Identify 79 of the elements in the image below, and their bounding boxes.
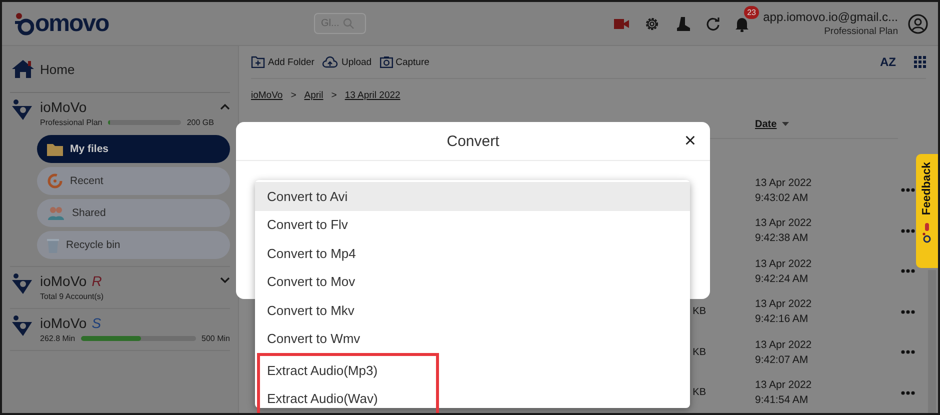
home-icon xyxy=(12,60,34,78)
chevron-up-icon[interactable] xyxy=(220,103,230,110)
scrollbar[interactable] xyxy=(928,270,936,413)
dropdown-option[interactable]: Extract Audio(Wav) xyxy=(260,384,436,413)
nav-item[interactable]: Shared xyxy=(37,199,230,227)
account-email: app.iomovo.io@gmail.c... xyxy=(763,10,898,24)
home-link[interactable]: Home xyxy=(10,46,230,93)
camera-icon xyxy=(380,56,393,68)
refresh-icon[interactable] xyxy=(706,16,720,30)
grid-view-icon[interactable] xyxy=(914,56,926,68)
dropdown-option[interactable]: Extract Audio(Mp3) xyxy=(260,356,436,384)
people-icon xyxy=(47,206,65,220)
column-header[interactable]: Date xyxy=(755,119,777,130)
table-cell: KB xyxy=(692,346,706,358)
dropdown-option[interactable]: Convert to Wmv xyxy=(255,324,690,353)
more-options-icon[interactable] xyxy=(901,228,915,233)
clock-icon xyxy=(47,173,63,189)
breadcrumb-link[interactable]: 13 April 2022 xyxy=(344,90,400,102)
toolbar-button[interactable]: Upload xyxy=(322,56,372,68)
cloud-upload-icon xyxy=(322,56,338,68)
notification-badge: 23 xyxy=(744,6,759,18)
more-options-icon[interactable] xyxy=(901,350,915,354)
date-cell-text: 13 Apr 2022 9:43:02 AM xyxy=(755,176,813,204)
close-button[interactable]: × xyxy=(684,131,696,151)
workspace-logo-icon xyxy=(10,273,34,295)
account-count: Total 9 Account(s) xyxy=(40,292,104,301)
minutes-capacity: 500 Min xyxy=(202,334,230,343)
folder-icon xyxy=(47,142,63,156)
sort-button[interactable]: AZ xyxy=(880,55,896,70)
workspace-suffix: S xyxy=(92,315,102,331)
table-cell: KB xyxy=(692,387,706,398)
dropdown-option[interactable]: Convert to Flv xyxy=(255,210,690,239)
workspace-name[interactable]: ioMoVo xyxy=(40,315,87,331)
video-camera-icon[interactable] xyxy=(614,18,630,28)
user-avatar-icon[interactable] xyxy=(908,14,928,34)
add-folder-icon xyxy=(251,56,265,68)
dropdown-option[interactable]: Convert to Mov xyxy=(255,268,690,296)
dropdown-option[interactable]: Convert to Mp4 xyxy=(255,239,690,268)
notification-bell-icon[interactable] xyxy=(735,16,750,32)
breadcrumb-separator: > xyxy=(290,90,296,102)
storage-capacity: 200 GB xyxy=(186,118,214,127)
workspace-logo-icon xyxy=(10,315,34,337)
more-options-icon[interactable] xyxy=(901,269,915,274)
logo-icon xyxy=(14,12,34,36)
plan-label: Professional Plan xyxy=(40,118,102,127)
account-plan: Professional Plan xyxy=(824,26,898,37)
workspace-name[interactable]: ioMoVo xyxy=(40,99,87,115)
logo-icon xyxy=(922,221,932,244)
breadcrumb-separator: > xyxy=(331,90,337,102)
dialog-title: Convert xyxy=(446,132,500,150)
workspace-name[interactable]: ioMoVo xyxy=(40,273,87,289)
date-cell-text: 13 Apr 2022 9:41:54 AM xyxy=(755,379,813,406)
table-cell: KB xyxy=(692,306,706,318)
boot-icon[interactable] xyxy=(675,16,692,32)
search-icon xyxy=(343,18,354,29)
toolbar-button[interactable]: Add Folder xyxy=(251,56,314,68)
date-cell-text: 13 Apr 2022 9:42:07 AM xyxy=(755,338,813,366)
date-cell-text: 13 Apr 2022 9:42:24 AM xyxy=(755,258,813,285)
nav-item[interactable]: Recent xyxy=(37,167,230,195)
more-options-icon[interactable] xyxy=(901,310,915,314)
dropdown-option[interactable]: Convert to Mkv xyxy=(255,296,690,324)
workspace-logo-icon xyxy=(10,99,34,121)
more-options-icon[interactable] xyxy=(901,188,915,192)
breadcrumb-link[interactable]: ioMoVo xyxy=(251,90,283,102)
sort-caret-icon xyxy=(782,122,789,128)
settings-icon[interactable] xyxy=(644,16,660,32)
chevron-down-icon[interactable] xyxy=(220,277,230,284)
more-options-icon[interactable] xyxy=(901,390,915,395)
date-cell-text: 13 Apr 2022 9:42:38 AM xyxy=(755,217,813,244)
logo-text: omovo xyxy=(35,10,109,38)
bin-icon xyxy=(47,238,59,252)
toolbar-button[interactable]: Capture xyxy=(380,56,430,68)
dropdown-option[interactable]: Convert to Avi xyxy=(255,182,690,210)
nav-item[interactable]: Recycle bin xyxy=(37,231,230,259)
minutes-used: 262.8 Min xyxy=(40,334,76,343)
nav-item[interactable]: My files xyxy=(37,135,230,163)
breadcrumb-link[interactable]: April xyxy=(304,90,324,102)
workspace-suffix: R xyxy=(92,273,102,289)
date-cell-text: 13 Apr 2022 9:42:16 AM xyxy=(755,298,813,326)
